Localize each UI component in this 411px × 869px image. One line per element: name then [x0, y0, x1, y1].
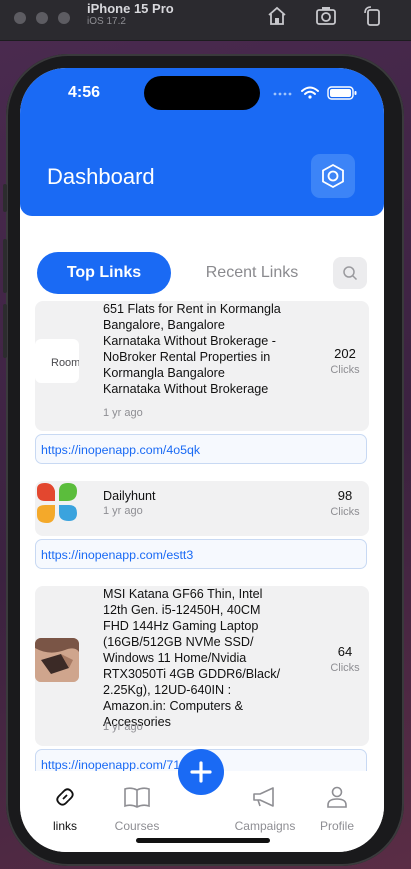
screenshot-icon[interactable] [314, 4, 338, 28]
thumbnail-text: Room [51, 357, 79, 369]
wifi-icon [301, 86, 319, 95]
nav-campaigns-label: Campaigns [234, 819, 296, 833]
search-icon [343, 266, 358, 281]
simulator-device-name: iPhone 15 Pro [87, 1, 174, 16]
nav-courses[interactable]: Courses [102, 785, 172, 833]
dailyhunt-logo-icon [35, 481, 79, 525]
clicks-label: Clicks [330, 506, 360, 518]
home-icon[interactable] [265, 4, 289, 28]
action-button [3, 184, 7, 212]
close-window-button[interactable] [14, 12, 26, 24]
dynamic-island [144, 76, 260, 110]
short-link[interactable]: https://inopenapp.com/estt3 [35, 539, 367, 569]
settings-icon [322, 163, 344, 189]
link-card-body: Room 651 Flats for Rent in Kormangla Ban… [35, 301, 369, 431]
app-screen: 4:56 Dashboard Top Links Recent Links Ro… [20, 68, 384, 852]
clicks-label: Clicks [330, 364, 360, 376]
clicks-count: 64 [337, 644, 353, 659]
link-icon [56, 788, 74, 806]
top-links-list: Room 651 Flats for Rent in Kormangla Ban… [35, 301, 369, 771]
nav-courses-label: Courses [114, 819, 160, 833]
link-title: 651 Flats for Rent in Kormangla Bangalor… [103, 302, 281, 396]
short-link[interactable]: https://inopenapp.com/4o5qk [35, 434, 367, 464]
link-thumbnail [35, 638, 79, 682]
book-icon [124, 787, 150, 808]
zoom-window-button[interactable] [58, 12, 70, 24]
plus-icon [190, 761, 212, 783]
link-age: 1 yr ago [103, 721, 143, 733]
tab-recent-links[interactable]: Recent Links [187, 252, 317, 294]
simulator-os-version: iOS 17.2 [87, 16, 126, 27]
home-indicator [136, 838, 270, 843]
nav-links[interactable]: links [30, 785, 100, 833]
volume-down-button [3, 304, 7, 358]
tab-top-links[interactable]: Top Links [37, 252, 171, 294]
add-link-button[interactable] [178, 749, 224, 795]
volume-up-button [3, 239, 7, 293]
links-tab-bar: Top Links Recent Links [37, 252, 367, 294]
clicks-label: Clicks [330, 662, 360, 674]
profile-icon [327, 786, 347, 808]
nav-profile-label: Profile [319, 819, 354, 833]
rotate-icon[interactable] [361, 4, 385, 28]
status-time: 4:56 [68, 84, 101, 101]
link-thumbnail: Room [35, 339, 79, 383]
link-age: 1 yr ago [103, 407, 143, 419]
nav-links-label: links [52, 819, 77, 833]
clicks-count: 98 [337, 488, 353, 503]
link-age: 1 yr ago [103, 505, 143, 517]
search-button[interactable] [333, 257, 367, 289]
link-card-body: Dailyhunt 1 yr ago 98 Clicks [35, 481, 369, 536]
settings-button[interactable] [311, 154, 355, 198]
clicks-count: 202 [334, 346, 356, 361]
link-title: MSI Katana GF66 Thin, Intel 12th Gen. i5… [103, 587, 281, 729]
page-title: Dashboard [47, 164, 155, 189]
megaphone-icon [253, 787, 274, 807]
nav-campaigns[interactable]: Campaigns [230, 785, 300, 833]
link-title: Dailyhunt [103, 489, 156, 503]
link-card-body: MSI Katana GF66 Thin, Intel 12th Gen. i5… [35, 586, 369, 746]
status-indicators [273, 86, 357, 100]
simulator-toolbar: iPhone 15 Pro iOS 17.2 [0, 0, 411, 41]
nav-profile[interactable]: Profile [302, 785, 372, 833]
minimize-window-button[interactable] [36, 12, 48, 24]
